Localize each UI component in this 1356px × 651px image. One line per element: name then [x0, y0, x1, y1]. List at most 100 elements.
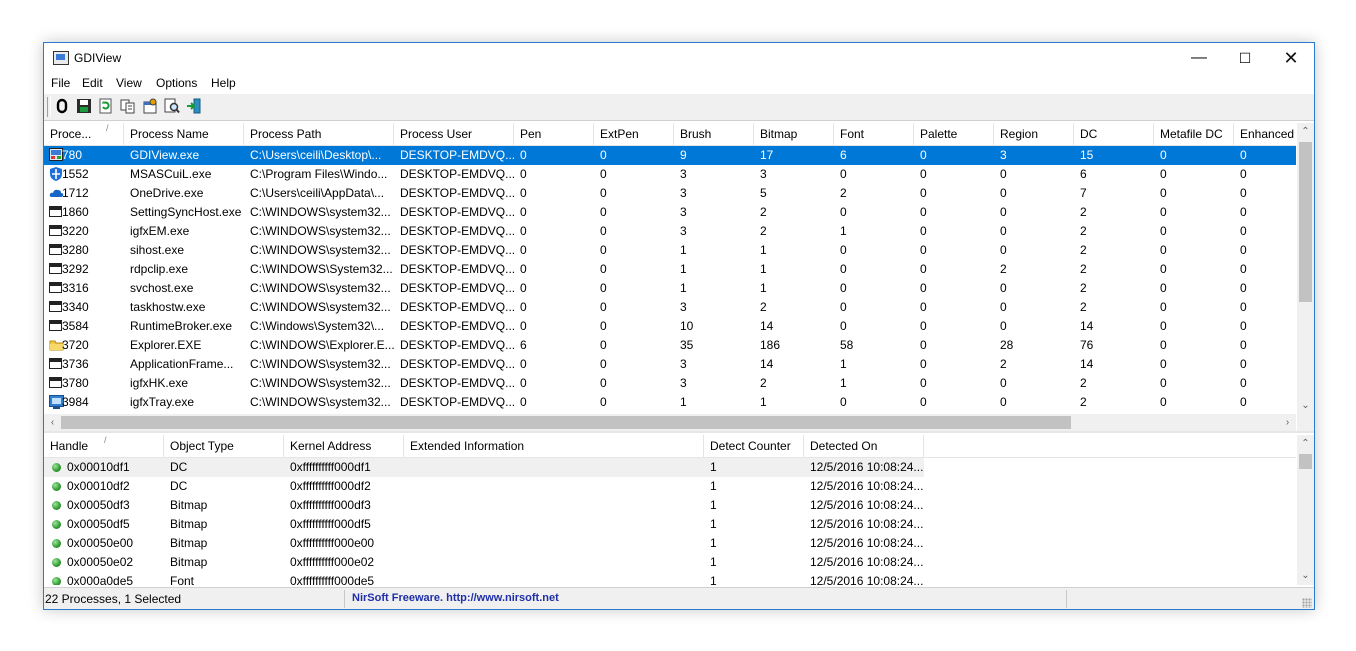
table-row[interactable]: 3984 igfxTray.exe C:\WINDOWS\system32... DE… [44, 393, 1296, 412]
cell-process-path: C:\WINDOWS\system32... [250, 300, 391, 314]
scroll-down-arrow-icon[interactable]: ⌄ [1297, 567, 1314, 584]
cell-process-path: C:\WINDOWS\system32... [250, 357, 391, 371]
handle-vertical-scrollbar[interactable]: ⌃ ⌄ [1297, 435, 1314, 585]
cell-metafile-dc: 0 [1160, 338, 1167, 352]
cell-process-path: C:\WINDOWS\system32... [250, 205, 391, 219]
table-row[interactable]: 3340 taskhostw.exe C:\WINDOWS\system32... D… [44, 298, 1296, 317]
close-button[interactable]: ✕ [1268, 43, 1314, 73]
scroll-thumb[interactable] [1299, 142, 1312, 302]
cell-process-path: C:\WINDOWS\system32... [250, 224, 391, 238]
properties-button[interactable] [54, 98, 70, 114]
cell-process-user: DESKTOP-EMDVQ... [400, 224, 514, 238]
menu-options[interactable]: Options [156, 76, 197, 90]
column-header-brush[interactable]: Brush [674, 123, 754, 145]
cell-region: 3 [1000, 148, 1007, 162]
table-row[interactable]: 3780 igfxHK.exe C:\WINDOWS\system32... DESK… [44, 374, 1296, 393]
cell-palette: 0 [920, 243, 927, 257]
table-row[interactable]: 0x00010df1 DC 0xffffffffff000df1 1 12/5/2016… [44, 458, 924, 477]
cell-extpen: 0 [600, 167, 607, 181]
column-header-dc[interactable]: DC [1074, 123, 1154, 145]
cell-region: 0 [1000, 319, 1007, 333]
column-header-process-user[interactable]: Process User [394, 123, 514, 145]
resize-grip-icon[interactable] [1302, 598, 1312, 608]
process-vertical-scrollbar[interactable]: ⌃ ⌄ [1297, 123, 1314, 414]
cell-extpen: 0 [600, 376, 607, 390]
cell-metafile-dc: 0 [1160, 300, 1167, 314]
scroll-thumb[interactable] [61, 416, 1071, 429]
cell-detect-counter: 1 [710, 555, 717, 569]
process-list-pane: Proce... Process Name Process Path Process … [44, 123, 1314, 433]
cell-extended-information [404, 458, 704, 477]
table-row[interactable]: 3736 ApplicationFrame... C:\WINDOWS\system… [44, 355, 1296, 374]
cell-font: 0 [840, 281, 847, 295]
menu-file[interactable]: File [51, 76, 70, 90]
column-header-extended-information[interactable]: Extended Information [404, 435, 704, 457]
table-row[interactable]: 0x000a0de5 Font 0xffffffffff000de5 1 12/5/20… [44, 572, 924, 585]
handle-list-pane: Handle Object Type Kernel Address Extended … [44, 435, 1314, 585]
table-row[interactable]: 3584 RuntimeBroker.exe C:\Windows\System32… [44, 317, 1296, 336]
table-row[interactable]: 3280 sihost.exe C:\WINDOWS\system32... DESK… [44, 241, 1296, 260]
scroll-right-arrow-icon[interactable]: › [1279, 414, 1296, 431]
copy-button[interactable] [120, 98, 136, 114]
exit-button[interactable] [186, 98, 202, 114]
menu-edit[interactable]: Edit [82, 76, 103, 90]
table-row[interactable]: 0x00010df2 DC 0xffffffffff000df2 1 12/5/2016… [44, 477, 924, 496]
scroll-down-arrow-icon[interactable]: ⌄ [1297, 397, 1314, 414]
cell-dc: 2 [1080, 243, 1087, 257]
column-header-metafile-dc[interactable]: Metafile DC [1154, 123, 1234, 145]
cell-kernel-address: 0xffffffffff000df3 [290, 498, 371, 512]
column-header-bitmap[interactable]: Bitmap [754, 123, 834, 145]
table-row[interactable]: 3220 igfxEM.exe C:\WINDOWS\system32... DESK… [44, 222, 1296, 241]
table-row[interactable]: 3720 Explorer.EXE C:\WINDOWS\Explorer.E...… [44, 336, 1296, 355]
cell-kernel-address: 0xffffffffff000df5 [290, 517, 371, 531]
cell-dc: 2 [1080, 395, 1087, 409]
title-bar[interactable]: GDIView — ☐ ✕ [44, 43, 1314, 73]
column-header-extpen[interactable]: ExtPen [594, 123, 674, 145]
process-horizontal-scrollbar[interactable]: ‹ › [44, 414, 1296, 431]
table-row[interactable]: 0x00050e02 Bitmap 0xffffffffff000e02 1 12/5/… [44, 553, 924, 572]
column-header-process-name[interactable]: Process Name [124, 123, 244, 145]
find-button[interactable] [164, 98, 180, 114]
minimize-button[interactable]: — [1176, 43, 1222, 73]
table-row[interactable]: 1552 MSASCuiL.exe C:\Program Files\Windo..… [44, 165, 1296, 184]
scroll-left-arrow-icon[interactable]: ‹ [44, 414, 61, 431]
cell-detected-on: 12/5/2016 10:08:24... [810, 498, 924, 512]
cell-palette: 0 [920, 262, 927, 276]
column-header-region[interactable]: Region [994, 123, 1074, 145]
maximize-button[interactable]: ☐ [1222, 43, 1268, 73]
scroll-up-arrow-icon[interactable]: ⌃ [1297, 435, 1314, 452]
save-button[interactable] [76, 98, 92, 114]
refresh-button[interactable] [98, 98, 114, 114]
table-row[interactable]: 3316 svchost.exe C:\WINDOWS\system32... DES… [44, 279, 1296, 298]
table-row[interactable]: 3292 rdpclip.exe C:\WINDOWS\System32... DES… [44, 260, 1296, 279]
column-header-kernel-address[interactable]: Kernel Address [284, 435, 404, 457]
table-row[interactable]: 0x00050df3 Bitmap 0xffffffffff000df3 1 12/5/… [44, 496, 924, 515]
cell-detect-counter: 1 [710, 479, 717, 493]
cell-pen: 0 [520, 224, 527, 238]
column-header-pen[interactable]: Pen [514, 123, 594, 145]
column-header-object-type[interactable]: Object Type [164, 435, 284, 457]
column-header-detected-on[interactable]: Detected On [804, 435, 924, 457]
column-header-process-path[interactable]: Process Path [244, 123, 394, 145]
options-button[interactable] [142, 98, 158, 114]
menu-view[interactable]: View [116, 76, 142, 90]
nirsoft-link[interactable]: NirSoft Freeware. http://www.nirsoft.net [352, 592, 559, 604]
table-row[interactable]: 1712 OneDrive.exe C:\Users\ceili\AppData\.… [44, 184, 1296, 203]
table-row[interactable]: 0x00050df5 Bitmap 0xffffffffff000df5 1 12/5/… [44, 515, 924, 534]
cell-proce: 1860 [62, 205, 89, 219]
cell-region: 0 [1000, 224, 1007, 238]
column-header-palette[interactable]: Palette [914, 123, 994, 145]
cell-extended-information [404, 496, 704, 515]
scroll-up-arrow-icon[interactable]: ⌃ [1297, 123, 1314, 140]
cell-brush: 35 [680, 338, 694, 352]
scroll-thumb[interactable] [1299, 454, 1312, 469]
column-header-detect-counter[interactable]: Detect Counter [704, 435, 804, 457]
column-header-proce[interactable]: Proce... [44, 123, 124, 145]
column-header-font[interactable]: Font [834, 123, 914, 145]
cell-extpen: 0 [600, 300, 607, 314]
menu-help[interactable]: Help [211, 76, 236, 90]
cell-kernel-address: 0xffffffffff000de5 [290, 574, 375, 585]
table-row[interactable]: 0x00050e00 Bitmap 0xffffffffff000e00 1 12/5/… [44, 534, 924, 553]
table-row[interactable]: 1860 SettingSyncHost.exe C:\WINDOWS\system… [44, 203, 1296, 222]
table-row-selected[interactable]: 780 GDIView.exe C:\Users\ceili\Desktop\...… [44, 146, 1296, 165]
